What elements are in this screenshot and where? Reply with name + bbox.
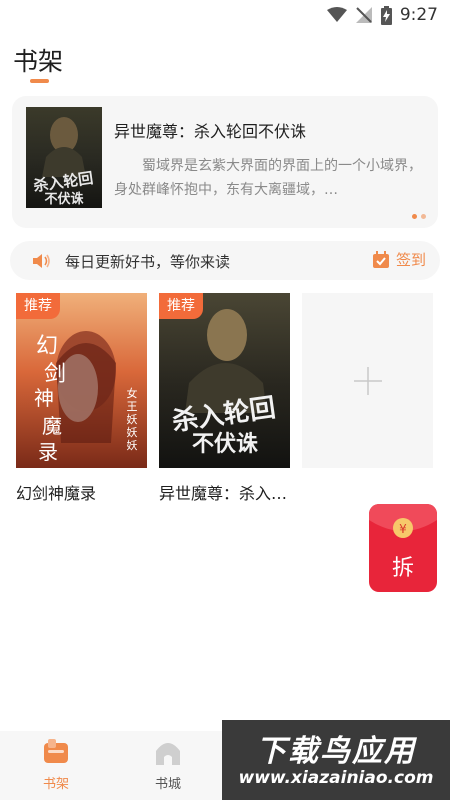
book-title: 异世魔尊：杀入…	[159, 484, 288, 503]
notice-bar: 每日更新好书，等你来读 签到	[10, 241, 440, 280]
yuan-icon: ¥	[399, 522, 407, 536]
book-cover-art: 幻 剑 神 魔 录 女 王 妖 妖 妖	[16, 293, 147, 468]
svg-text:王: 王	[127, 400, 138, 413]
banner-book-description: 蜀域界是玄紫大界面的界面上的一个小域界，身处群峰怀抱中，东有大离疆域，…	[114, 158, 422, 198]
recommend-tag: 推荐	[159, 293, 203, 319]
no-signal-icon	[355, 7, 372, 23]
tab-bookshelf-label: 书架	[42, 777, 69, 792]
wifi-icon	[326, 7, 347, 22]
svg-text:录: 录	[38, 440, 58, 464]
calendar-check-icon	[372, 250, 389, 268]
featured-banner[interactable]: 杀入轮回 不伏诛 异世魔尊：杀入轮回不伏诛 蜀域界是玄紫大界面的界面上的一个小域…	[12, 96, 438, 228]
svg-text:妖: 妖	[127, 412, 138, 426]
svg-text:妖: 妖	[127, 425, 138, 439]
book-item[interactable]: 幻 剑 神 魔 录 女 王 妖 妖 妖 推荐 幻剑神魔录	[16, 293, 147, 504]
status-icons: 9:27	[326, 5, 438, 25]
title-underline	[30, 79, 49, 83]
tab-bookshelf[interactable]: 书架	[16, 739, 96, 792]
svg-text:不伏诛: 不伏诛	[192, 431, 258, 457]
book-title: 幻剑神魔录	[16, 484, 97, 503]
book-item[interactable]: 杀入轮回 不伏诛 推荐 异世魔尊：杀入…	[159, 293, 290, 504]
banner-book-cover: 杀入轮回 不伏诛	[26, 107, 102, 208]
add-book-button[interactable]	[302, 293, 433, 468]
red-packet-label: 拆	[391, 556, 414, 581]
recommend-tag: 推荐	[16, 293, 60, 319]
pagination-dot	[421, 214, 426, 219]
bookshelf-icon	[44, 739, 68, 763]
svg-text:神: 神	[34, 386, 54, 410]
watermark-url: www.xiazainiao.com	[238, 768, 434, 788]
pagination-dot-active	[412, 214, 417, 219]
watermark-title: 下载鸟应用	[256, 734, 416, 769]
signin-label: 签到	[395, 251, 426, 269]
svg-text:妖: 妖	[127, 438, 138, 452]
page-title: 书架	[13, 47, 64, 76]
svg-text:魔: 魔	[42, 414, 62, 438]
svg-text:不伏诛: 不伏诛	[44, 191, 83, 207]
battery-charging-icon	[380, 5, 392, 25]
status-time: 9:27	[399, 5, 438, 25]
plus-icon	[354, 367, 382, 395]
signin-button[interactable]: 签到	[372, 249, 426, 270]
banner-book-title: 异世魔尊：杀入轮回不伏诛	[114, 122, 307, 141]
svg-text:剑: 剑	[44, 362, 66, 387]
notice-text: 每日更新好书，等你来读	[65, 253, 231, 271]
bookstore-icon	[156, 743, 180, 765]
cover-title-text: 幻	[36, 334, 58, 359]
red-packet-flap: ¥	[369, 504, 437, 538]
red-packet-button[interactable]: ¥ 拆	[369, 504, 437, 592]
speaker-icon	[33, 254, 50, 268]
book-cover-art: 杀入轮回 不伏诛	[159, 293, 290, 468]
tab-bookstore-label: 书城	[154, 777, 181, 792]
svg-text:女: 女	[127, 386, 138, 400]
banner-pagination	[412, 214, 426, 219]
book-cover: 杀入轮回 不伏诛 推荐	[159, 293, 290, 468]
tab-bookstore[interactable]: 书城	[128, 739, 208, 792]
book-cover: 幻 剑 神 魔 录 女 王 妖 妖 妖 推荐	[16, 293, 147, 468]
watermark: 下载鸟应用 www.xiazainiao.com	[222, 720, 450, 800]
status-bar: 9:27	[0, 0, 450, 32]
